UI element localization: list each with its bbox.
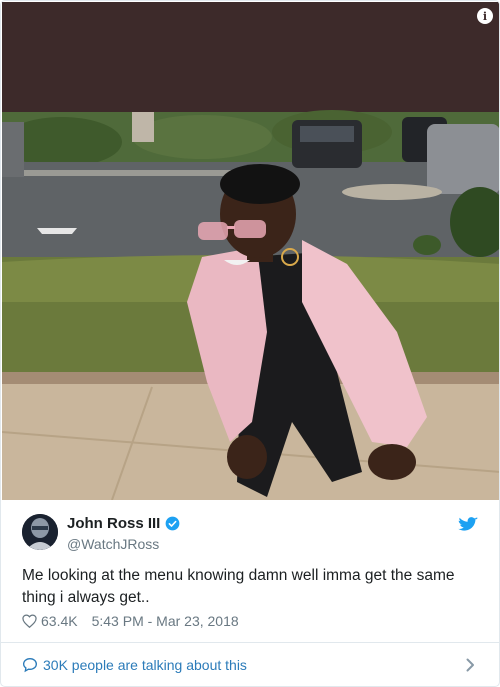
info-icon[interactable]: i <box>477 8 493 24</box>
tweet-body: John Ross III @WatchJRoss Me looking at … <box>1 501 499 641</box>
author-name-row[interactable]: John Ross III <box>67 515 180 532</box>
avatar[interactable] <box>22 514 58 550</box>
author-handle[interactable]: @WatchJRoss <box>67 536 180 552</box>
chevron-right-icon[interactable] <box>466 658 475 672</box>
tweet-text: Me looking at the menu knowing damn well… <box>22 567 455 606</box>
tweet-timestamp[interactable]: 5:43 PM - Mar 23, 2018 <box>92 613 239 629</box>
tweet-meta: 63.4K 5:43 PM - Mar 23, 2018 <box>22 613 239 629</box>
heart-icon[interactable] <box>22 614 37 628</box>
photo-illustration <box>2 2 499 500</box>
author-block[interactable]: John Ross III @WatchJRoss <box>67 515 180 552</box>
tweet-photo[interactable]: i <box>2 2 499 500</box>
conversation-label[interactable]: 30K people are talking about this <box>43 657 247 673</box>
conversation-link[interactable]: 30K people are talking about this <box>1 643 499 686</box>
like-count[interactable]: 63.4K <box>41 613 78 629</box>
twitter-bird-icon[interactable] <box>458 517 478 533</box>
author-display-name[interactable]: John Ross III <box>67 515 160 532</box>
speech-bubble-icon <box>22 657 38 673</box>
verified-badge-icon <box>165 516 180 531</box>
tweet-embed: i John Ross III @WatchJRoss Me looking a… <box>0 0 500 687</box>
